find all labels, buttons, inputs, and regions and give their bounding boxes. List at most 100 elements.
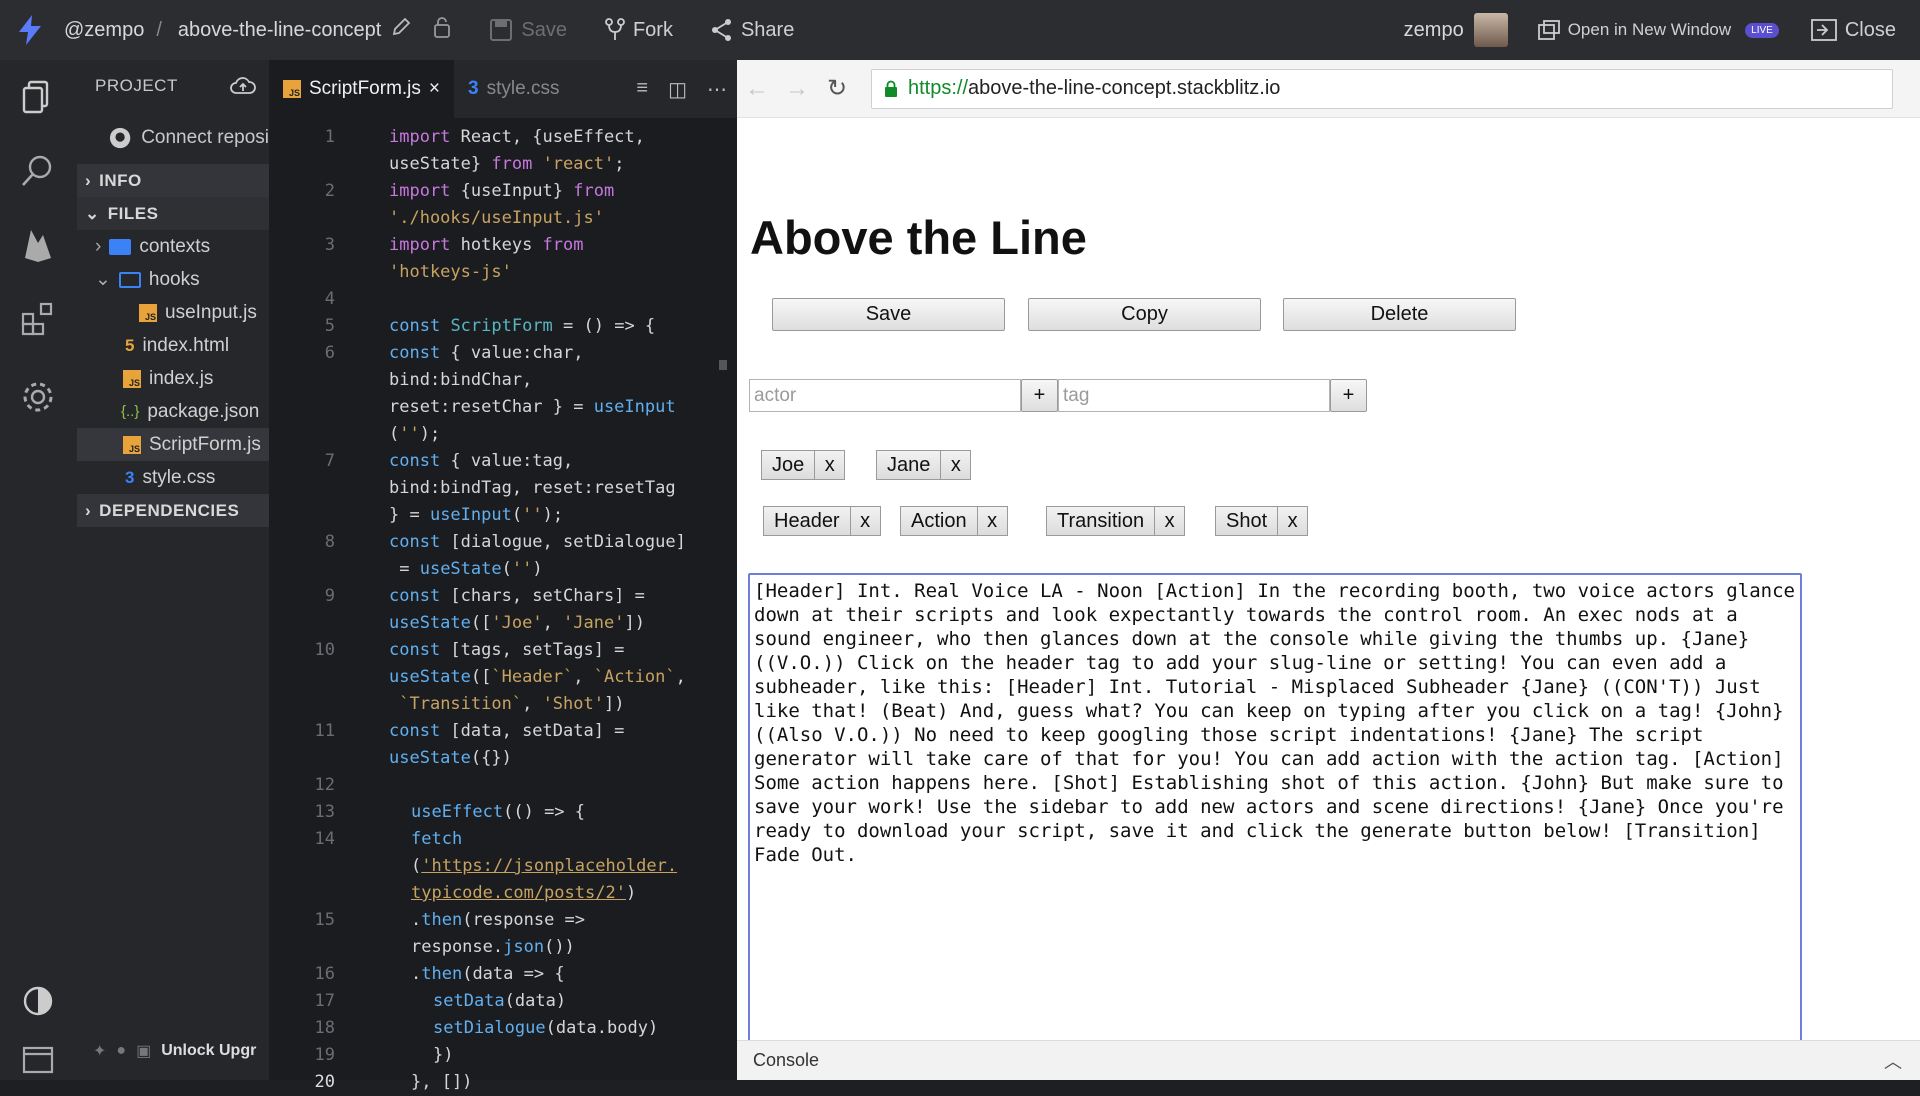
url-field[interactable]: https://above-the-line-concept.stackblit… <box>871 68 1893 109</box>
extensions-icon[interactable] <box>19 300 57 338</box>
tree-item-label: contexts <box>139 235 211 257</box>
chevron-right-icon: › <box>95 235 102 257</box>
user-menu[interactable]: zempo <box>1404 13 1508 47</box>
js-file-icon: JS <box>123 435 141 454</box>
page-title: Above the Line <box>750 211 1087 264</box>
more-icon[interactable]: ⋯ <box>707 77 727 102</box>
js-file-icon: JS <box>283 80 301 98</box>
save-script-button[interactable]: Save <box>772 298 1005 331</box>
remove-tag-button[interactable]: x <box>850 506 881 536</box>
tag-chip-label[interactable]: Action <box>900 506 978 536</box>
line-number: 15 <box>314 910 335 930</box>
tree-item-scriptform[interactable]: JS ScriptForm.js <box>77 428 269 461</box>
tree-item-package-json[interactable]: {..} package.json <box>77 395 269 428</box>
remove-tag-button[interactable]: x <box>1155 506 1186 536</box>
tag-chip: Action x <box>900 506 1008 536</box>
code-line: const ScriptForm = () => { <box>389 316 656 336</box>
lock-icon[interactable] <box>433 16 451 44</box>
chevron-up-icon[interactable]: ︿ <box>1884 1048 1902 1074</box>
reload-icon[interactable]: ↻ <box>817 74 857 103</box>
open-new-window-button[interactable]: Open in New Window LIVE <box>1537 20 1779 40</box>
line-number: 7 <box>324 451 335 471</box>
stackblitz-logo-icon[interactable] <box>0 15 60 45</box>
script-textarea[interactable]: [Header] Int. Real Voice LA - Noon [Acti… <box>748 573 1802 1044</box>
twitter-icon[interactable]: ✦ <box>93 1041 106 1061</box>
add-tag-button[interactable]: + <box>1330 379 1367 412</box>
split-view-icon[interactable]: ◫ <box>668 77 687 102</box>
dependencies-section-header[interactable]: › DEPENDENCIES <box>77 494 269 527</box>
search-icon[interactable] <box>19 152 57 190</box>
console-panel[interactable]: Console ︿ <box>737 1040 1920 1080</box>
github-small-icon[interactable]: ● <box>116 1042 126 1060</box>
tab-style-css[interactable]: 3 style.css <box>454 60 573 118</box>
line-number: 16 <box>314 964 335 984</box>
actor-chip-label[interactable]: Joe <box>761 450 816 480</box>
editor-scrollbar[interactable] <box>719 360 727 370</box>
chevron-down-icon: ⌄ <box>95 269 111 290</box>
delete-script-button[interactable]: Delete <box>1283 298 1516 331</box>
tab-close-icon[interactable]: × <box>429 78 440 100</box>
files-icon[interactable] <box>19 78 57 116</box>
code-line: const [tags, setTags] = <box>389 640 625 660</box>
css-file-icon: 3 <box>125 467 135 487</box>
tree-item-label: hooks <box>148 268 200 290</box>
remove-actor-button[interactable]: x <box>815 450 846 480</box>
remove-tag-button[interactable]: x <box>977 506 1008 536</box>
edit-pencil-icon[interactable] <box>391 17 411 43</box>
forward-arrow-icon[interactable]: → <box>777 75 817 103</box>
tab-label: style.css <box>486 78 560 99</box>
code-line: bind:bindTag, reset:resetTag <box>389 478 676 498</box>
share-button[interactable]: Share <box>711 18 794 42</box>
settings-gear-icon[interactable] <box>19 378 57 416</box>
js-file-icon: JS <box>139 303 157 322</box>
copy-script-button[interactable]: Copy <box>1028 298 1261 331</box>
tag-input[interactable]: tag <box>1058 379 1330 412</box>
tree-item-contexts[interactable]: › contexts <box>77 230 269 263</box>
tab-scriptform[interactable]: JS ScriptForm.js × <box>269 60 455 118</box>
line-number: 2 <box>324 181 335 201</box>
user-handle[interactable]: @zempo <box>64 19 144 42</box>
format-icon[interactable]: ≡ <box>636 77 648 102</box>
code-line: = useState('') <box>389 559 543 579</box>
fork-button[interactable]: Fork <box>605 18 673 42</box>
tree-item-hooks[interactable]: ⌄ hooks <box>77 263 269 296</box>
tree-item-index-html[interactable]: 5 index.html <box>77 329 269 362</box>
tag-chip-label[interactable]: Shot <box>1215 506 1279 536</box>
tag-chip-label[interactable]: Transition <box>1046 506 1156 536</box>
project-sidebar: PROJECT Connect reposi › INFO ⌄ FILES › … <box>77 60 269 1080</box>
info-section-label: INFO <box>99 170 142 190</box>
layout-icon[interactable] <box>19 1040 57 1078</box>
project-name[interactable]: above-the-line-concept <box>178 19 381 42</box>
actor-input[interactable]: actor <box>749 379 1021 412</box>
line-number: 4 <box>324 289 335 309</box>
json-file-icon: {..} <box>121 403 140 420</box>
info-section-header[interactable]: › INFO <box>77 164 269 197</box>
github-icon <box>109 127 131 149</box>
firebase-icon[interactable] <box>19 226 57 264</box>
actor-chip-label[interactable]: Jane <box>876 450 942 480</box>
new-window-icon <box>1537 20 1560 40</box>
editor-tabs: JS ScriptForm.js × 3 style.css ≡ ◫ ⋯ <box>269 60 737 118</box>
tree-item-useinput[interactable]: JS useInput.js <box>77 296 269 329</box>
add-actor-button[interactable]: + <box>1021 379 1058 412</box>
save-button[interactable]: Save <box>489 18 567 42</box>
line-number: 18 <box>314 1018 335 1038</box>
line-number: 8 <box>324 532 335 552</box>
remove-actor-button[interactable]: x <box>941 450 972 480</box>
connect-repo-button[interactable]: Connect reposi <box>77 112 269 164</box>
theme-toggle-icon[interactable] <box>19 982 57 1020</box>
unlock-upgrade-link[interactable]: Unlock Upgr <box>161 1042 256 1060</box>
files-section-header[interactable]: ⌄ FILES <box>77 197 269 230</box>
line-number: 3 <box>324 235 335 255</box>
close-label: Close <box>1844 18 1896 41</box>
discord-icon[interactable]: ▣ <box>136 1041 151 1061</box>
code-line: useEffect(() => { <box>411 802 586 822</box>
tag-chip-label[interactable]: Header <box>763 506 851 536</box>
cloud-upload-icon[interactable] <box>230 76 256 96</box>
close-button[interactable]: Close <box>1810 18 1896 42</box>
back-arrow-icon[interactable]: ← <box>737 75 777 103</box>
remove-tag-button[interactable]: x <box>1278 506 1309 536</box>
tree-item-style-css[interactable]: 3 style.css <box>77 461 269 494</box>
tree-item-index-js[interactable]: JS index.js <box>77 362 269 395</box>
line-number: 11 <box>314 721 335 741</box>
